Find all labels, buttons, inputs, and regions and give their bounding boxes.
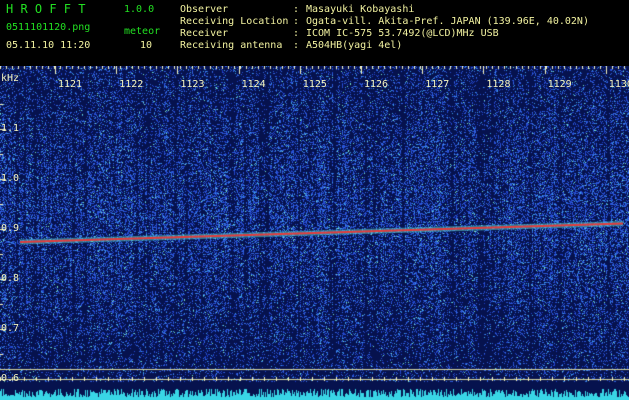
observer-sep: :: [293, 4, 300, 15]
time-tick-label: 1125: [302, 79, 327, 90]
location-key: Receiving Location: [180, 16, 289, 27]
spectrogram-canvas: [0, 66, 629, 400]
receiver-key: Receiver: [180, 28, 229, 39]
time-tick-label: 1121: [58, 79, 83, 90]
time-tick-label: 1128: [486, 79, 511, 90]
y-tick-label: 0.7: [1, 323, 20, 334]
time-tick-label: 1126: [364, 79, 389, 90]
time-tick-label: 1122: [119, 79, 144, 90]
file-name: 0511101120.png: [6, 22, 91, 33]
header-panel: H R O F F T 1.0.0 0511101120.png meteor …: [0, 0, 629, 66]
antenna-sep: :: [293, 40, 300, 51]
antenna-key: Receiving antenna: [180, 40, 283, 51]
meteor-label: meteor: [124, 26, 161, 37]
location-value: Ogata-vill. Akita-Pref. JAPAN (139.96E, …: [306, 16, 589, 27]
y-unit-label: kHz: [1, 73, 20, 84]
observer-value: Masayuki Kobayashi: [306, 4, 415, 15]
y-tick-label: 0.6: [1, 373, 20, 384]
meteor-count: 10: [140, 40, 153, 51]
receiver-value: ICOM IC-575 53.7492(@LCD)MHz USB: [306, 28, 499, 39]
time-tick-label: 1127: [425, 79, 450, 90]
y-tick-label: 0.9: [1, 223, 20, 234]
time-tick-label: 1124: [241, 79, 266, 90]
y-tick-label: 1.0: [1, 173, 20, 184]
y-tick-label: 0.8: [1, 273, 20, 284]
y-tick-label: 1.1: [1, 123, 20, 134]
time-tick-label: 1123: [180, 79, 205, 90]
antenna-value: A504HB(yagi 4el): [306, 40, 403, 51]
observer-key: Observer: [180, 4, 229, 15]
receiver-sep: :: [293, 28, 300, 39]
app-version: 1.0.0: [124, 4, 155, 15]
file-datetime: 05.11.10 11:20: [6, 40, 91, 51]
app-title: H R O F F T: [6, 2, 86, 16]
time-tick-label: 1129: [547, 79, 572, 90]
location-sep: :: [293, 16, 300, 27]
time-tick-label: 1130: [608, 79, 629, 90]
